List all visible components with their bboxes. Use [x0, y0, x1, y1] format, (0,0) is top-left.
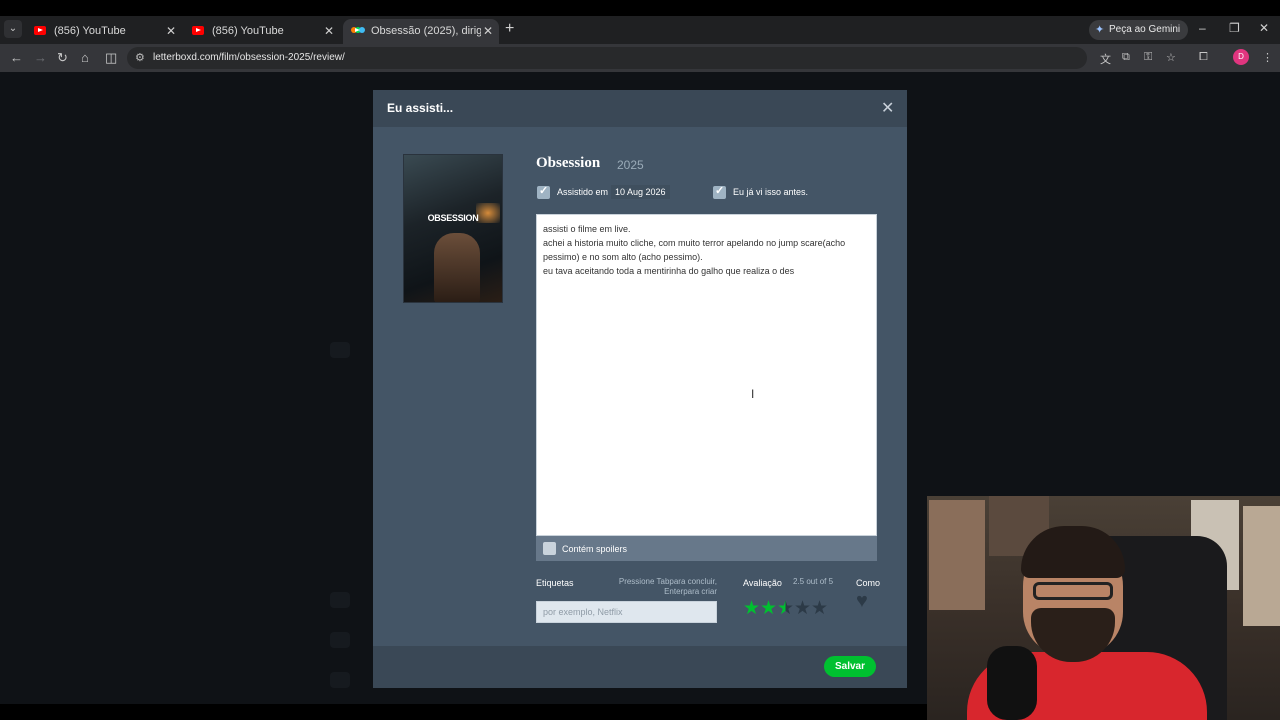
save-button[interactable]: Salvar [824, 656, 876, 677]
film-poster: OBSESSION [403, 154, 503, 303]
forward-icon[interactable]: → [34, 50, 47, 65]
like-label: Como [856, 578, 881, 588]
film-title: Obsession [536, 155, 601, 171]
rating-star[interactable]: ★ [760, 599, 777, 619]
tab-title: (856) YouTube [212, 25, 284, 37]
rating-star[interactable]: ★ [777, 599, 794, 619]
rating-text: 2.5 out of 5 [793, 577, 834, 586]
spoilers-checkbox[interactable] [543, 542, 556, 555]
film-year: 2025 [617, 158, 644, 172]
screen-top-bar [0, 0, 1280, 16]
split-view-icon[interactable]: ◫ [105, 50, 117, 66]
poster-figure [434, 233, 480, 302]
review-textarea[interactable]: assisti o filme em live. achei a histori… [536, 214, 877, 536]
watched-date[interactable]: 10 Aug 2026 [611, 185, 670, 199]
profile-avatar[interactable]: D [1233, 49, 1249, 65]
back-icon[interactable]: ← [10, 50, 23, 65]
rating-star[interactable]: ★ [811, 599, 828, 619]
url-text: letterboxd.com/film/obsession-2025/revie… [153, 52, 345, 63]
rating-star[interactable]: ★ [743, 599, 760, 619]
gemini-label: Peça ao Gemini [1109, 24, 1181, 35]
tab-search-button[interactable]: ⌄ [4, 20, 22, 38]
address-bar[interactable]: ⚙ letterboxd.com/film/obsession-2025/rev… [127, 47, 1087, 69]
site-settings-icon[interactable]: ⚙ [135, 51, 145, 64]
watched-on-label: Assistido em [557, 187, 609, 197]
tags-hint: Pressione Tabpara concluir, Enterpara cr… [618, 577, 717, 596]
backdrop-element [330, 632, 350, 648]
backdrop-element [330, 672, 350, 688]
bookmark-star-icon[interactable]: ☆ [1166, 51, 1176, 64]
tab-close-icon[interactable]: ✕ [483, 24, 493, 38]
review-text: assisti o filme em live. achei a histori… [543, 224, 846, 276]
tags-input[interactable]: por exemplo, Netflix [536, 601, 717, 623]
modal-footer: Salvar [373, 646, 907, 688]
extensions-icon[interactable]: ⧠ [1199, 51, 1208, 64]
modal-header: Eu assisti... ✕ [373, 90, 907, 127]
rating-label: Avaliação [743, 578, 782, 588]
tab-close-icon[interactable]: ✕ [324, 24, 334, 38]
backdrop-element [330, 342, 350, 358]
modal-title: Eu assisti... [387, 101, 454, 115]
rewatch-checkbox[interactable] [713, 184, 726, 199]
spoilers-label: Contém spoilers [562, 544, 628, 554]
close-window-icon[interactable]: ✕ [1259, 21, 1269, 35]
menu-dots-icon[interactable]: ⋮ [1262, 51, 1273, 64]
minimize-icon[interactable]: – [1199, 21, 1206, 35]
tags-label: Etiquetas [536, 578, 574, 588]
ask-gemini-button[interactable]: ✦ Peça ao Gemini [1089, 20, 1189, 40]
browser-toolbar: ← → ↻ ⌂ ◫ ⚙ letterboxd.com/film/obsessio… [0, 44, 1280, 72]
tab-title: Obsessão (2025), dirigido por C [371, 25, 481, 37]
tab-title: (856) YouTube [54, 25, 126, 37]
tab-youtube-2[interactable]: (856) YouTube ✕ [184, 19, 342, 44]
spoiler-bar: Contém spoilers [536, 536, 877, 561]
tab-close-icon[interactable]: ✕ [166, 24, 176, 38]
new-tab-icon[interactable]: + [505, 20, 514, 38]
reload-icon[interactable]: ↻ [57, 50, 68, 66]
password-key-icon[interactable]: ⚿ [1144, 51, 1152, 64]
tab-youtube-1[interactable]: (856) YouTube ✕ [26, 19, 184, 44]
wall-poster [1243, 506, 1280, 626]
browser-tab-strip: ⌄ (856) YouTube ✕ (856) YouTube ✕ Obsess… [0, 16, 1280, 44]
text-cursor-icon: I [751, 387, 755, 401]
log-film-modal: Eu assisti... ✕ OBSESSION Obsession 2025… [373, 90, 907, 688]
rating-star[interactable]: ★ [794, 599, 811, 619]
rewatch-label: Eu já vi isso antes. [733, 187, 809, 197]
backdrop-element [330, 592, 350, 608]
gemini-icon: ✦ [1095, 24, 1105, 36]
youtube-icon [34, 26, 46, 35]
like-heart-icon[interactable]: ♥ [856, 590, 868, 613]
poster-title: OBSESSION [427, 213, 479, 223]
webcam-overlay [927, 496, 1280, 720]
watched-on-checkbox[interactable] [537, 184, 550, 199]
person-glasses [1033, 582, 1113, 600]
wall-poster [929, 500, 985, 610]
youtube-icon [192, 26, 204, 35]
close-icon[interactable]: ✕ [881, 98, 894, 118]
install-app-icon[interactable]: ⧉ [1122, 51, 1130, 64]
microphone [987, 646, 1037, 720]
letterboxd-icon [351, 26, 365, 34]
translate-icon[interactable]: 文 [1100, 51, 1111, 67]
home-icon[interactable]: ⌂ [81, 50, 89, 65]
restore-icon[interactable]: ❐ [1229, 21, 1240, 35]
tab-letterboxd[interactable]: Obsessão (2025), dirigido por C ✕ [343, 19, 499, 44]
